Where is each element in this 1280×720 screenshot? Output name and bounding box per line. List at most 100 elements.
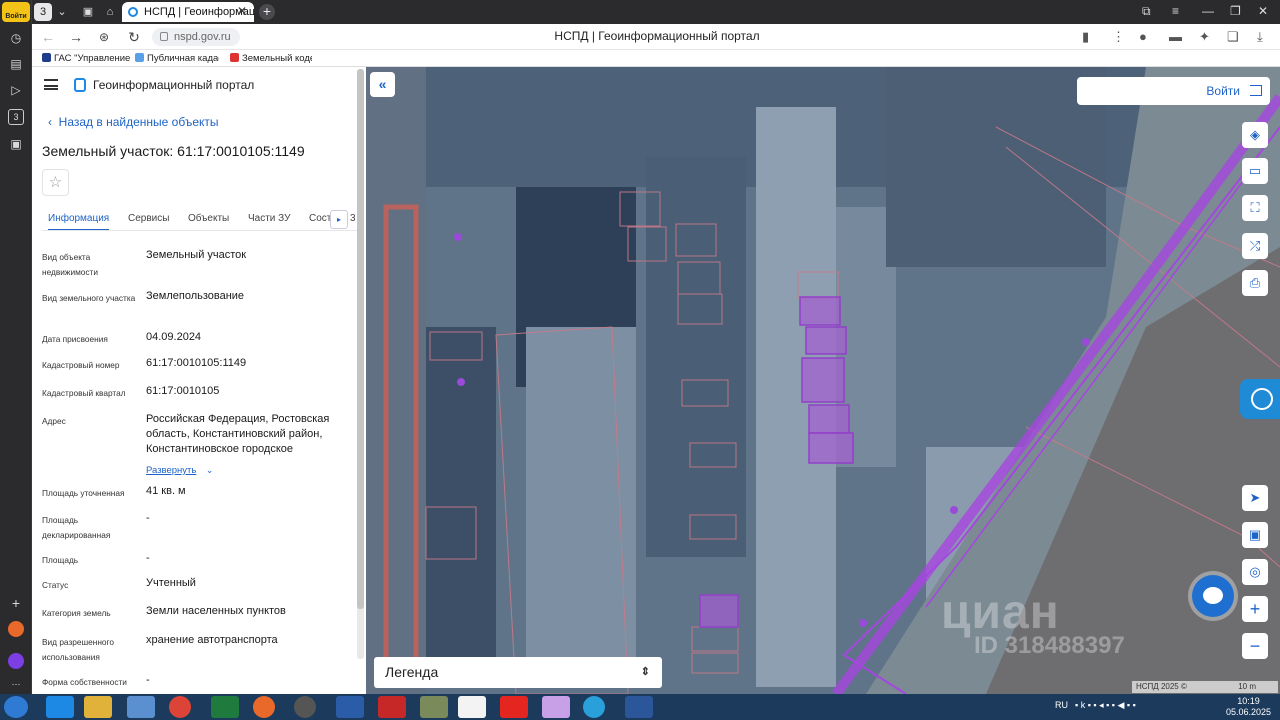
ruler-icon[interactable]: ▭ xyxy=(1242,158,1268,184)
url-field[interactable]: nspd.gov.ru xyxy=(152,28,240,46)
field-row: Вид объекта недвижимости Земельный участ… xyxy=(42,249,352,280)
login-button[interactable]: Войти xyxy=(1077,77,1270,105)
login-badge[interactable]: Войти xyxy=(2,2,30,22)
object-info-panel: Геоинформационный портал ‹ Назад в найде… xyxy=(32,67,366,694)
play-icon[interactable]: ▷ xyxy=(8,82,24,98)
back-icon[interactable]: ← xyxy=(40,29,56,45)
extension-icon[interactable]: ● xyxy=(1139,29,1147,44)
scrollbar-thumb[interactable] xyxy=(357,69,364,609)
badge-3-icon[interactable]: 3 xyxy=(8,109,24,125)
bookmarks-bar: ГАС "Управление Публичная кадас Земельны… xyxy=(32,50,1280,67)
minimap-icon[interactable]: ▣ xyxy=(1242,522,1268,548)
devices-icon[interactable]: ▣ xyxy=(8,136,24,152)
chevron-down-icon[interactable]: ⌄ xyxy=(54,3,70,21)
field-key: Площадь декларированная xyxy=(42,515,111,540)
app-icon[interactable] xyxy=(336,696,364,718)
add-icon[interactable]: + xyxy=(8,595,24,611)
collections-icon[interactable]: ⧉ xyxy=(1142,4,1151,19)
share-icon[interactable]: ⤮ xyxy=(1242,233,1268,259)
tray-icons[interactable]: ▪ k ▪ ▪ ◂ ▪ ▪ ◀ ▪ ▪ xyxy=(1075,700,1136,711)
locate-icon[interactable]: ➤ xyxy=(1242,485,1268,511)
login-icon xyxy=(1250,85,1262,96)
more-icon[interactable]: ⋯ xyxy=(8,676,24,692)
panel-scrollbar[interactable] xyxy=(357,69,364,659)
back-to-results-link[interactable]: ‹ Назад в найденные объекты xyxy=(48,115,219,129)
home-icon[interactable]: ⌂ xyxy=(102,3,118,21)
media-player-icon[interactable] xyxy=(127,696,155,718)
tab-information[interactable]: Информация xyxy=(48,213,110,230)
language-indicator[interactable]: RU xyxy=(1055,700,1068,710)
yandex-icon[interactable] xyxy=(500,696,528,718)
zoom-out-icon[interactable]: − xyxy=(1242,633,1268,659)
close-tab-icon[interactable]: ✕ xyxy=(237,4,247,18)
explorer-icon[interactable] xyxy=(84,696,112,718)
legend-dropdown[interactable]: Легенда ⇕ xyxy=(374,657,662,688)
downloads-icon[interactable]: ⤓ xyxy=(1257,29,1263,45)
gas-favicon-icon xyxy=(42,53,51,62)
clock[interactable]: 10:19 05.06.2025 xyxy=(1226,696,1271,718)
pinned-tab-icon[interactable]: ▣ xyxy=(80,3,96,21)
start-button-icon[interactable] xyxy=(4,696,28,718)
ie-icon[interactable] xyxy=(46,696,74,718)
map-view[interactable]: « Войти ◈ ▭ ⛶ ⤮ ⎙ ➤ ▣ ◎ + − циан ID 3184… xyxy=(366,67,1280,694)
reload-icon[interactable]: ↻ xyxy=(126,29,142,45)
archive-icon[interactable] xyxy=(420,696,448,718)
support-chat-icon[interactable] xyxy=(1240,379,1280,419)
firefox-icon[interactable] xyxy=(253,696,275,718)
bookmark-public-cadastral[interactable]: Публичная кадас xyxy=(135,53,219,64)
tabs-scroll-right-icon[interactable]: ▸ xyxy=(330,210,348,229)
forward-icon[interactable]: → xyxy=(68,29,84,45)
favorite-star-icon[interactable]: ☆ xyxy=(42,169,69,196)
minimize-icon[interactable]: — xyxy=(1202,4,1214,18)
alice-icon[interactable] xyxy=(8,653,24,669)
close-window-icon[interactable]: ✕ xyxy=(1258,4,1268,18)
new-tab-icon[interactable]: + xyxy=(259,4,275,20)
hamburger-menu-icon[interactable] xyxy=(44,79,58,90)
tab-parts[interactable]: Части ЗУ xyxy=(248,213,290,224)
bookmark-label: Публичная кадас xyxy=(147,53,219,64)
more-menu-icon[interactable]: ⋮ xyxy=(1112,29,1125,45)
collapse-panel-button[interactable]: « xyxy=(370,72,395,97)
paint-icon[interactable] xyxy=(542,696,570,718)
menu-icon[interactable]: ≡ xyxy=(1172,4,1179,18)
ccleaner-icon[interactable] xyxy=(294,696,316,718)
geolocation-icon[interactable]: ◎ xyxy=(1242,559,1268,585)
layers-icon[interactable]: ◈ xyxy=(1242,122,1268,148)
extension-hat-icon[interactable]: ▬ xyxy=(1169,29,1182,44)
chevron-left-icon: ‹ xyxy=(48,115,59,129)
map-favicon-icon xyxy=(135,53,144,62)
fox-icon[interactable] xyxy=(8,621,24,637)
zoom-in-icon[interactable]: + xyxy=(1242,596,1268,622)
restore-icon[interactable]: ❐ xyxy=(1230,4,1241,18)
tab-objects[interactable]: Объекты xyxy=(188,213,229,224)
bookmark-icon[interactable]: ▮ xyxy=(1082,29,1089,45)
tab-services[interactable]: Сервисы xyxy=(128,213,169,224)
tab-nspd[interactable]: НСПД | Геоинформацио xyxy=(122,2,254,22)
field-row: Площадь декларированная - xyxy=(42,512,352,543)
tab-composition[interactable]: Сост xyxy=(309,213,331,224)
yandex-browser-icon[interactable] xyxy=(458,696,486,718)
chat-assistant-icon[interactable] xyxy=(1192,575,1234,617)
notes-icon[interactable]: ▤ xyxy=(8,56,24,72)
field-value: - xyxy=(146,512,150,524)
field-value: Земли населенных пунктов xyxy=(146,605,286,617)
field-value: Учтенный xyxy=(146,577,196,589)
expand-label: Развернуть xyxy=(146,465,197,476)
yandex-protect-icon[interactable]: ⊛ xyxy=(96,29,112,45)
excel-icon[interactable] xyxy=(211,696,239,718)
expand-link[interactable]: Развернуть ⌄ xyxy=(146,460,366,478)
map-attribution: НСПД 2025 © 10 m xyxy=(1132,681,1278,693)
word-icon[interactable] xyxy=(625,696,653,718)
tab-counter[interactable]: 3 xyxy=(34,3,52,21)
chrome-icon[interactable] xyxy=(169,696,191,718)
puzzle-icon[interactable]: ✦ xyxy=(1199,29,1210,45)
field-value: 04.09.2024 xyxy=(146,331,202,343)
collections-bar-icon[interactable]: ❏ xyxy=(1227,29,1239,45)
select-area-icon[interactable]: ⛶ xyxy=(1242,195,1268,221)
history-icon[interactable]: ◷ xyxy=(8,30,24,46)
red-app-icon[interactable] xyxy=(378,696,406,718)
bookmark-land-code[interactable]: Земельный кодек xyxy=(230,53,312,64)
bookmark-gas[interactable]: ГАС "Управление xyxy=(42,53,130,64)
telegram-icon[interactable] xyxy=(583,696,605,718)
print-icon[interactable]: ⎙ xyxy=(1242,270,1268,296)
